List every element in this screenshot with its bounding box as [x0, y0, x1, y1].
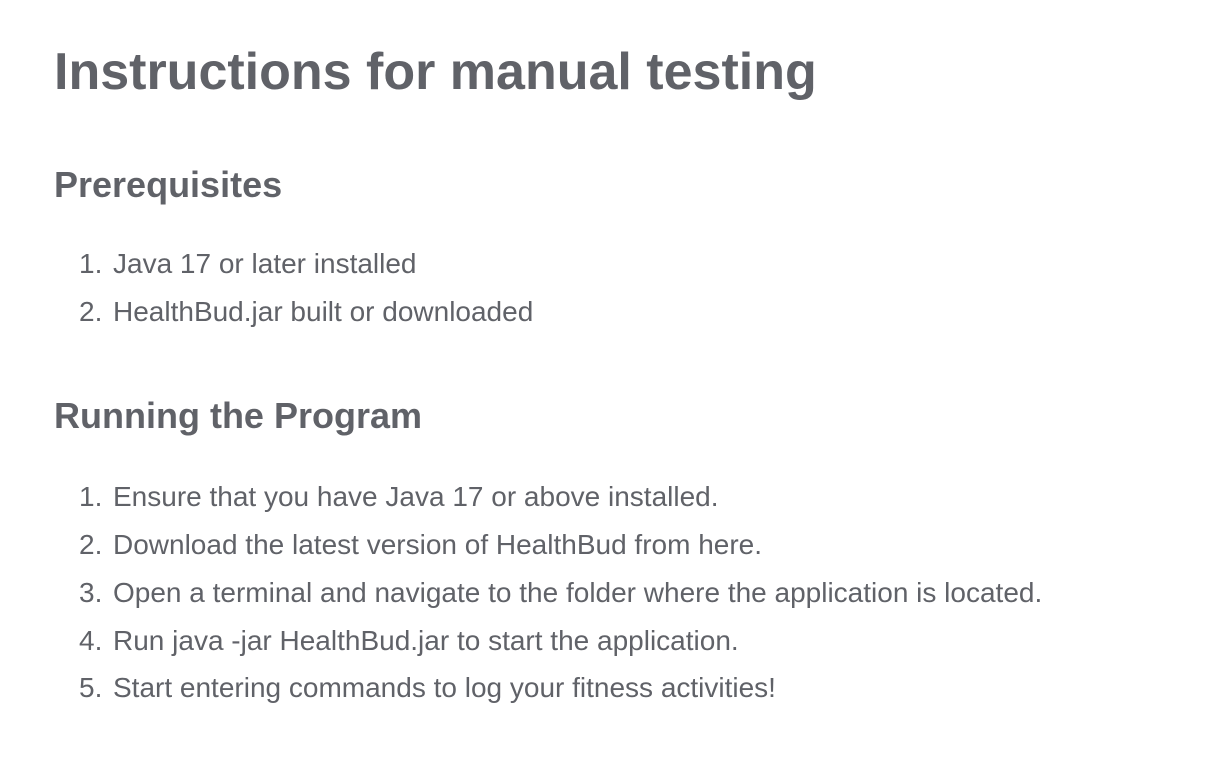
list-item: 2. HealthBud.jar built or downloaded: [54, 288, 1194, 336]
list-item: 2. Download the latest version of Health…: [54, 521, 1194, 569]
list-item: 1. Java 17 or later installed: [54, 240, 1194, 288]
running-steps-list: 1. Ensure that you have Java 17 or above…: [54, 473, 1194, 711]
page-title: Instructions for manual testing: [54, 43, 817, 101]
list-item-text: Run java -jar HealthBud.jar to start the…: [113, 625, 739, 656]
list-item-number: 4.: [79, 625, 103, 656]
list-item-text: Java 17 or later installed: [113, 248, 417, 279]
list-item: 1. Ensure that you have Java 17 or above…: [54, 473, 1194, 521]
section-heading-running-the-program: Running the Program: [54, 395, 422, 436]
list-item: 4. Run java -jar HealthBud.jar to start …: [54, 617, 1194, 664]
list-item: 3. Open a terminal and navigate to the f…: [54, 569, 1194, 617]
list-item-number: 3.: [79, 577, 103, 608]
list-item-text: Download the latest version of HealthBud…: [113, 529, 763, 560]
list-item-text: Ensure that you have Java 17 or above in…: [113, 481, 719, 512]
list-item-number: 1.: [79, 248, 103, 279]
list-item-number: 2.: [79, 529, 103, 560]
list-item-text: HealthBud.jar built or downloaded: [113, 296, 534, 327]
document-page: Instructions for manual testing Prerequi…: [0, 0, 1206, 766]
list-item: 5. Start entering commands to log your f…: [54, 664, 1194, 711]
list-item-text: Open a terminal and navigate to the fold…: [113, 577, 1043, 608]
list-item-number: 5.: [79, 672, 103, 703]
section-heading-prerequisites: Prerequisites: [54, 164, 283, 205]
list-item-text: Start entering commands to log your fitn…: [113, 672, 776, 703]
list-item-number: 2.: [79, 296, 103, 327]
prerequisites-list: 1. Java 17 or later installed 2. HealthB…: [54, 240, 1194, 336]
list-item-number: 1.: [79, 481, 103, 512]
